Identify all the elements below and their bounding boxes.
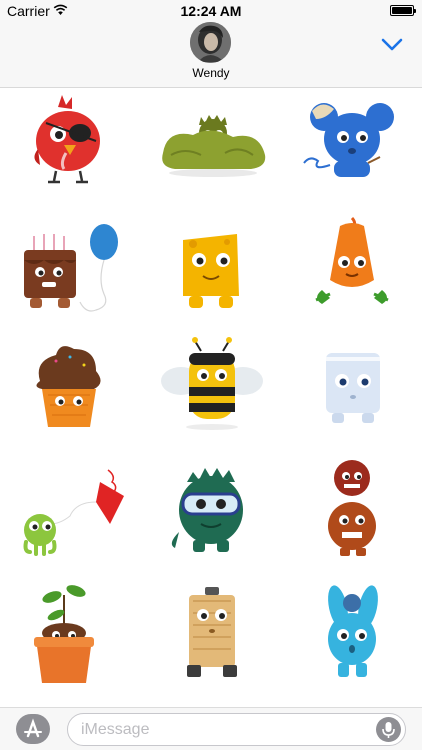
diver-dinosaur-sticker[interactable]	[141, 452, 281, 572]
app-store-button[interactable]	[16, 714, 50, 744]
contact-avatar[interactable]	[190, 22, 231, 63]
red-pirate-bird-sticker[interactable]	[0, 89, 140, 209]
bee-monster-sticker[interactable]	[141, 331, 281, 451]
microphone-icon	[382, 722, 395, 738]
cheese-monster-sticker[interactable]	[141, 210, 281, 330]
wooden-robot-sticker[interactable]	[141, 573, 281, 693]
ice-cream-monster-sticker[interactable]	[0, 331, 140, 451]
blue-mouse-sticker[interactable]	[282, 89, 422, 209]
cake-monster-balloon-sticker[interactable]	[0, 210, 140, 330]
message-input[interactable]	[81, 719, 351, 741]
stacked-furry-monsters-sticker[interactable]	[282, 452, 422, 572]
compose-bar	[0, 707, 422, 750]
battery-icon	[390, 5, 416, 16]
carrot-monster-sticker[interactable]	[282, 210, 422, 330]
chevron-down-icon[interactable]	[381, 38, 403, 52]
mic-button[interactable]	[376, 717, 401, 742]
monster-in-bush-sticker[interactable]	[141, 89, 281, 209]
blue-bunny-sticker[interactable]	[282, 573, 422, 693]
green-monster-kite-sticker[interactable]	[0, 452, 140, 572]
imessage-field[interactable]	[67, 713, 406, 746]
contact-name[interactable]: Wendy	[0, 66, 422, 80]
status-bar: Carrier 12:24 AM	[0, 0, 422, 22]
sticker-grid	[0, 89, 422, 707]
status-time: 12:24 AM	[180, 3, 242, 19]
app-store-icon	[24, 718, 42, 738]
ice-cube-monster-sticker[interactable]	[282, 331, 422, 451]
contact-photo	[190, 22, 231, 63]
plant-pot-monster-sticker[interactable]	[0, 573, 140, 693]
